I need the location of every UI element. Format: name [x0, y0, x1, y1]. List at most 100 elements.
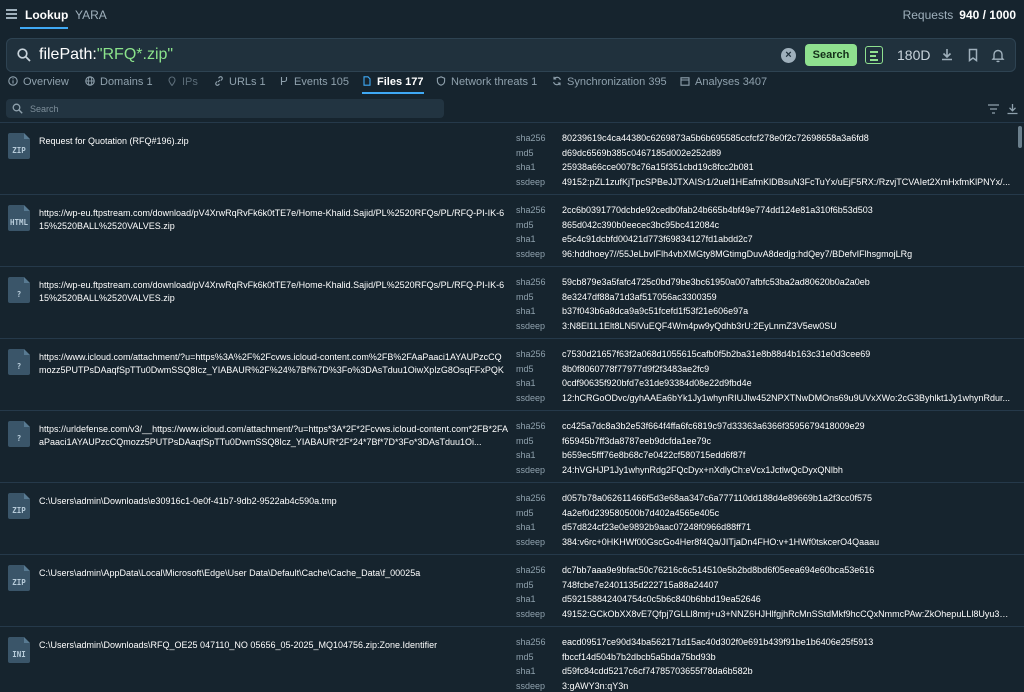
clear-query-button[interactable]: × [781, 48, 796, 63]
ssdeep-label: ssdeep [516, 248, 546, 259]
query-builder-icon[interactable] [865, 46, 883, 64]
file-row[interactable]: ? https://www.icloud.com/attachment/?u=ht… [0, 339, 1024, 411]
query-input[interactable]: filePath:"RFQ*.zip" [39, 46, 173, 64]
sha256-label: sha256 [516, 493, 546, 503]
sha256-value[interactable]: d057b78a062611466f5d3e68aa347c6a777110dd… [562, 493, 1012, 503]
ssdeep-value[interactable]: 12:hCRGoODvc/gyhAAEa6bYk1Jy1whynRIUJlw45… [562, 393, 1012, 403]
shield-icon [436, 76, 446, 86]
tab-domains[interactable]: Domains 1 [85, 76, 153, 88]
bookmark-icon[interactable] [965, 47, 981, 63]
ssdeep-value[interactable]: 3:gAWY3n:qY3n [562, 681, 1012, 691]
ssdeep-label: ssdeep [516, 608, 546, 619]
md5-value[interactable]: d69dc6569b385c0467185d002e252d89 [562, 148, 1012, 158]
file-row[interactable]: HTML https://wp-eu.ftpstream.com/download… [0, 195, 1024, 267]
sha256-value[interactable]: 2cc6b0391770dcbde92cedb0fab24b665b4bf49e… [562, 205, 1012, 215]
tab-domains-label: Domains 1 [100, 76, 153, 88]
ssdeep-value[interactable]: 3:N8El1L1Elt8LN5lVuEQF4Wm4pw9yQdhb3rU:2E… [562, 321, 1012, 331]
tab-network-threats[interactable]: Network threats 1 [436, 76, 537, 88]
md5-value[interactable]: 4a2ef0d239580500b7d402a4565e405c [562, 508, 1012, 518]
tab-urls-label: URLs 1 [229, 76, 266, 88]
download-icon[interactable] [939, 47, 955, 63]
md5-label: md5 [516, 219, 534, 230]
file-name[interactable]: Request for Quotation (RFQ#196).zip [39, 135, 509, 148]
tab-events[interactable]: Events 105 [279, 76, 349, 88]
tab-files[interactable]: Files 177 [362, 76, 423, 88]
link-icon [215, 76, 223, 86]
sha256-value[interactable]: c7530d21657f63f2a068d1055615cafb0f5b2ba3… [562, 349, 1012, 359]
tab-lookup[interactable]: Lookup [25, 8, 68, 22]
file-name[interactable]: https://www.icloud.com/attachment/?u=htt… [39, 351, 509, 379]
sha256-value[interactable]: dc7bb7aaa9e9bfac50c76216c6c514510e5b2bd8… [562, 565, 1012, 575]
file-type-icon: ZIP [8, 133, 30, 159]
sort-filter-icon[interactable] [987, 103, 1000, 115]
file-row[interactable]: ? https://wp-eu.ftpstream.com/download/pV… [0, 267, 1024, 339]
sha1-value[interactable]: 25938a66cce0078c76a15f351cbd19c8fcc2b081 [562, 162, 1012, 172]
tab-network-threats-label: Network threats 1 [451, 76, 538, 88]
branch-icon [280, 77, 288, 85]
sha256-value[interactable]: 80239619c4ca44380c6269873a5b6b695585ccfc… [562, 133, 1012, 143]
export-download-icon[interactable] [1006, 103, 1019, 115]
tab-yara[interactable]: YARA [75, 8, 107, 22]
sha256-label: sha256 [516, 349, 546, 359]
tab-synchronization[interactable]: Synchronization 395 [552, 76, 667, 88]
md5-value[interactable]: 8e3247df88a71d3af517056ac3300359 [562, 292, 1012, 302]
file-row[interactable]: ZIP C:\Users\admin\Downloads\e30916c1-0e0… [0, 483, 1024, 555]
file-name[interactable]: C:\Users\admin\Downloads\e30916c1-0e0f-4… [39, 495, 509, 508]
sha1-value[interactable]: d57d824cf23e0e9892b9aac07248f0966d88ff71 [562, 522, 1012, 532]
sha1-value[interactable]: e5c4c91dcbfd00421d773f69834127fd1abdd2c7 [562, 234, 1012, 244]
file-name[interactable]: C:\Users\admin\Downloads\RFQ_OE25 047110… [39, 639, 509, 652]
results-search-input[interactable] [30, 102, 430, 115]
tab-overview[interactable]: Overview [8, 76, 69, 88]
sha256-value[interactable]: 59cb879e3a5fafc4725c0bd79be3bc61950a007a… [562, 277, 1012, 287]
list-scrollbar[interactable] [1018, 126, 1022, 148]
tab-analyses[interactable]: Analyses 3407 [680, 76, 767, 88]
tab-ips[interactable]: IPs [167, 76, 198, 88]
ssdeep-label: ssdeep [516, 536, 546, 547]
sha256-value[interactable]: eacd09517ce90d34ba562171d15ac40d302f0e69… [562, 637, 1012, 647]
md5-value[interactable]: f65945b7ff3da8787eeb9dcfda1ee79c [562, 436, 1012, 446]
file-row[interactable]: ZIP C:\Users\admin\AppData\Local\Microsof… [0, 555, 1024, 627]
md5-value[interactable]: 865d042c390b0eecec3bc95bc412084c [562, 220, 1012, 230]
md5-value[interactable]: 748fcbe7e2401135d222715a88a24407 [562, 580, 1012, 590]
tab-analyses-label: Analyses 3407 [695, 76, 768, 88]
file-row[interactable]: INI C:\Users\admin\Downloads\RFQ_OE25 047… [0, 627, 1024, 692]
sha1-value[interactable]: d592158842404754c0c5b6c840b6bbd19ea52646 [562, 594, 1012, 604]
md5-value[interactable]: 8b0f8060778f77977d9f2f3483ae2fc9 [562, 364, 1012, 374]
sha256-value[interactable]: cc425a7dc8a3b2e53f664f4ffa6fc6819c97d333… [562, 421, 1012, 431]
file-name[interactable]: https://urldefense.com/v3/__https://www.… [39, 423, 509, 449]
search-button[interactable]: Search [805, 44, 857, 66]
ssdeep-label: ssdeep [516, 320, 546, 331]
file-row[interactable]: ZIP Request for Quotation (RFQ#196).zip sh… [0, 123, 1024, 195]
ssdeep-value[interactable]: 49152:pZL1zufKjTpcSPBeJJTXAISr1/2uel1HEa… [562, 177, 1012, 187]
sha1-value[interactable]: b37f043b6a8dca9a9c51fcefd1f53f21e606e97a [562, 306, 1012, 316]
category-tabs: Overview Domains 1 IPs URLs 1 Events 105… [0, 72, 1024, 94]
time-range-select[interactable]: 180D [897, 47, 930, 63]
query-key: filePath: [39, 46, 97, 63]
tab-files-label: Files 177 [377, 76, 424, 88]
files-tab-indicator [362, 92, 424, 94]
file-name[interactable]: https://wp-eu.ftpstream.com/download/pV4… [39, 207, 509, 233]
menu-icon[interactable] [6, 9, 17, 20]
requests-counter: Requests 940 / 1000 [903, 8, 1016, 22]
sha256-label: sha256 [516, 205, 546, 215]
bell-icon[interactable] [990, 47, 1006, 63]
ssdeep-value[interactable]: 24:hVGHJP1Jy1whynRdg2FQcDyx+nXdlyCh:eVcx… [562, 465, 1012, 475]
md5-value[interactable]: fbccf14d504b7b2dbcb5a5bda75bd93b [562, 652, 1012, 662]
file-name[interactable]: https://wp-eu.ftpstream.com/download/pV4… [39, 279, 509, 305]
sha1-value[interactable]: d59fc84cdd5217c6cf74785703655f78da6b582b [562, 666, 1012, 676]
file-type-icon: ? [8, 421, 30, 447]
sha1-label: sha1 [516, 162, 536, 172]
sha1-value[interactable]: 0cdf90635f920bfd7e31de93384d08e22d9fbd4e [562, 378, 1012, 388]
file-name[interactable]: C:\Users\admin\AppData\Local\Microsoft\E… [39, 567, 509, 580]
sha1-label: sha1 [516, 378, 536, 388]
ssdeep-value[interactable]: 384:v6rc+0HKHWf00GscGo4Her8f4Qa/JITjaDn4… [562, 537, 1012, 547]
ssdeep-label: ssdeep [516, 680, 546, 691]
sha1-value[interactable]: b659ec5fff76e8b68c7e0422cf580715edd6f87f [562, 450, 1012, 460]
file-row[interactable]: ? https://urldefense.com/v3/__https://www… [0, 411, 1024, 483]
sync-icon [553, 76, 561, 86]
file-type-icon: HTML [8, 205, 30, 231]
ssdeep-value[interactable]: 96:hddhoey7//55JeLbvIFlh4vbXMGty8MGtimgD… [562, 249, 1012, 259]
tab-urls[interactable]: URLs 1 [214, 76, 266, 88]
ssdeep-value[interactable]: 49152:GCkObXX8vE7Qfpj7GLLl8mrj+u3+NNZ6HJ… [562, 609, 1012, 619]
top-bar: Lookup YARA Requests 940 / 1000 [0, 0, 1024, 30]
